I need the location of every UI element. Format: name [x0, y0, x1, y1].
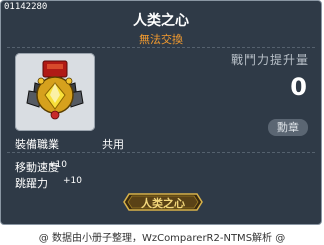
job-label: 裝備職業 — [15, 138, 59, 151]
medal-title-badge: 人类之心 — [123, 192, 203, 212]
divider-top — [7, 47, 315, 48]
bonus-label: 跳躍力 — [15, 177, 48, 190]
bonus-value: +10 — [48, 160, 67, 170]
job-value: 共用 — [102, 138, 124, 151]
item-title: 人类之心 — [133, 13, 189, 29]
power-increase-label: 戰鬥力提升量 — [230, 53, 309, 67]
medal-button[interactable]: 勳章 — [268, 119, 308, 136]
item-tooltip: 01142280 人类之心 無法交換 戰鬥力提升量 0 勳章 裝備職業 共用 移… — [0, 0, 322, 225]
bonus-value: +10 — [63, 176, 82, 186]
divider-mid — [7, 152, 315, 153]
medal-icon — [26, 60, 84, 120]
bonus-row-speed: 移動速度 +10 — [15, 159, 67, 175]
power-increase-value: 0 — [290, 73, 307, 101]
bonus-row-jump: 跳躍力 +10 — [15, 175, 82, 191]
badge-text: 人类之心 — [141, 197, 185, 210]
trade-status: 無法交換 — [139, 33, 183, 46]
footer-credit: @ 数据由小册子整理，WzComparerR2-NTMS解析 @ — [38, 233, 286, 244]
item-icon-box — [15, 53, 95, 131]
